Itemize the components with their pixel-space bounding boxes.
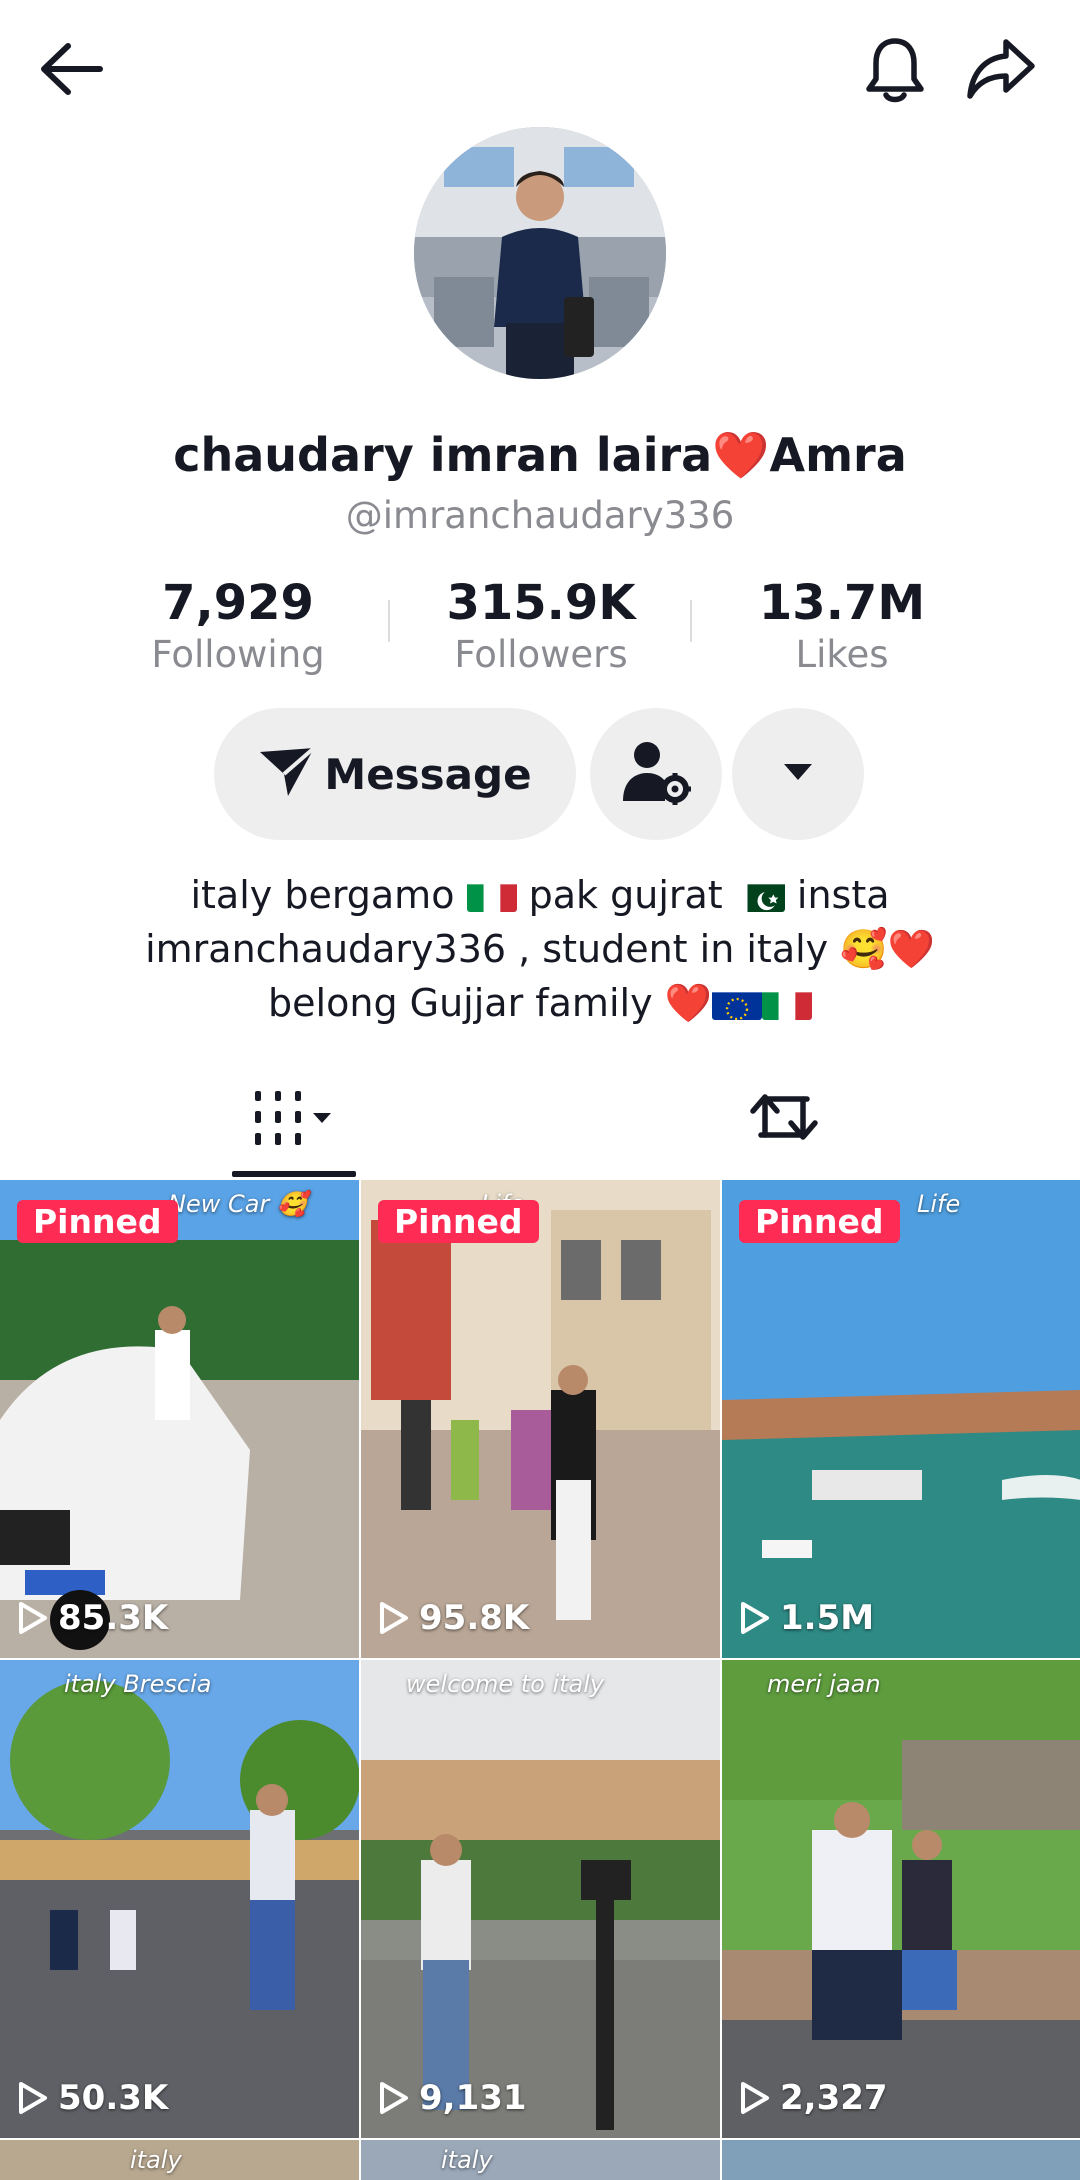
video-grid: New Car 🥰 Pinned 85.3K Life Pinned 95. [0,1180,1080,2180]
caret-down-icon [782,762,814,786]
video-thumbnail[interactable]: welcome to italy 9,131 [361,1660,720,2138]
view-count: 50.3K [18,2078,168,2118]
bio-text: belong Gujjar family ❤️ [268,981,712,1025]
eu-flag-icon [711,986,762,1020]
pinned-badge: Pinned [378,1200,539,1243]
view-count-value: 2,327 [780,2078,888,2118]
repost-icon [749,1085,819,1153]
following-label: Following [151,633,325,676]
profile-actions: Message [0,708,1080,840]
more-dropdown-button[interactable] [732,708,864,840]
video-thumbnail[interactable]: italy [361,2140,720,2180]
video-thumbnail[interactable]: Life Pinned 95.8K [361,1180,720,1658]
followers-count: 315.9K [446,575,636,631]
video-caption: italy Brescia [64,1670,212,1698]
video-caption: italy [130,2146,182,2174]
video-thumbnail[interactable]: Life Pinned 1.5M [722,1180,1080,1658]
bio-line-3: belong Gujjar family ❤️ [40,976,1040,1030]
view-count-value: 95.8K [419,1598,530,1638]
followers-stat[interactable]: 315.9K Followers [411,574,671,678]
bio-text: italy bergamo [190,873,455,917]
bio-text: insta [796,873,890,917]
stat-divider [690,600,692,642]
italy-flag-icon [466,878,517,912]
bio-text: pak gujrat [528,873,723,917]
bio-line-1: italy bergamo pak gujrat insta [40,868,1040,922]
followers-label: Followers [454,633,628,676]
play-icon [19,2082,47,2114]
profile-bio: italy bergamo pak gujrat insta imranchau… [40,868,1040,1030]
play-icon [380,1602,408,1634]
view-count: 2,327 [740,2078,888,2118]
friend-settings-button[interactable] [590,708,722,840]
video-caption: italy [441,2146,493,2174]
tab-reposts[interactable] [720,1060,848,1178]
bell-icon[interactable] [850,24,940,114]
video-grid-icon [249,1087,339,1151]
share-icon[interactable] [956,24,1046,114]
view-count-value: 50.3K [58,2078,169,2118]
likes-count: 13.7M [758,575,926,631]
video-caption: Life [917,1190,961,1218]
pinned-badge: Pinned [17,1200,178,1243]
view-count: 9,131 [379,2078,527,2118]
pinned-badge: Pinned [739,1200,900,1243]
video-caption: New Car 🥰 [168,1190,307,1218]
video-thumbnail[interactable]: New Car 🥰 Pinned 85.3K [0,1180,359,1658]
view-count-value: 85.3K [58,1598,169,1638]
stat-divider [388,600,390,642]
video-thumbnail[interactable]: italy Brescia 50.3K [0,1660,359,2138]
content-tabs [0,1060,1080,1178]
avatar[interactable] [414,127,666,379]
likes-label: Likes [795,633,889,676]
play-icon [380,2082,408,2114]
view-count: 95.8K [379,1598,529,1638]
profile-name: chaudary imran laira❤️Amra [173,428,907,482]
profile-stats: 7,929 Following 315.9K Followers 13.7M L… [0,574,1080,684]
active-tab-indicator [232,1171,356,1177]
bio-line-2: imranchaudary336 , student in italy 🥰❤️ [145,927,935,971]
video-thumbnail[interactable]: meri jaan 2,327 [722,1660,1080,2138]
italy-flag-icon [761,986,812,1020]
play-icon [19,1602,47,1634]
profile-handle: @imranchaudary336 [345,494,735,537]
view-count: 85.3K [18,1598,168,1638]
likes-stat[interactable]: 13.7M Likes [712,574,972,678]
user-gear-icon [621,739,691,809]
play-icon [741,2082,769,2114]
video-caption: welcome to italy [406,1670,605,1698]
top-bar [0,0,1080,140]
message-button[interactable]: Message [214,708,576,840]
play-icon [741,1602,769,1634]
video-caption: meri jaan [767,1670,881,1698]
message-label: Message [324,749,532,799]
view-count: 1.5M [740,1598,874,1638]
send-icon [258,746,316,802]
tab-videos[interactable] [230,1060,358,1178]
video-thumbnail[interactable]: italy [0,2140,359,2180]
view-count-value: 1.5M [780,1598,875,1638]
view-count-value: 9,131 [419,2078,527,2118]
following-stat[interactable]: 7,929 Following [108,574,368,678]
video-thumbnail[interactable] [722,2140,1080,2180]
following-count: 7,929 [162,575,314,631]
back-arrow-icon[interactable] [26,24,116,114]
pakistan-flag-icon [734,878,785,912]
